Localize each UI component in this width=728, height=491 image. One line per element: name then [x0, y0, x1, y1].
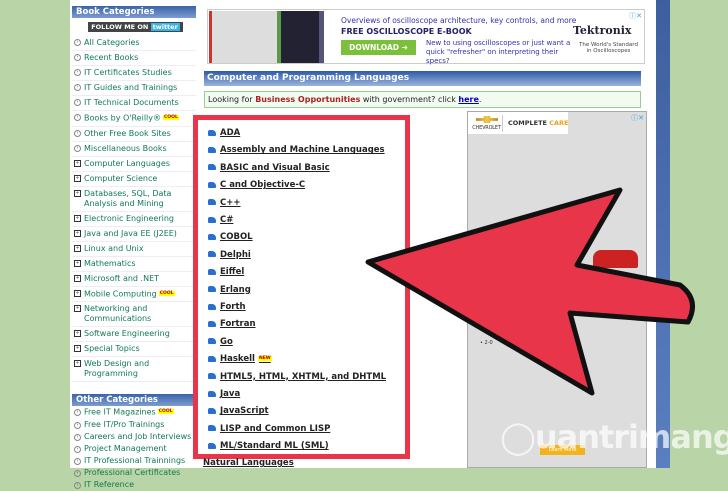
- arrow-shape: [365, 187, 695, 396]
- arrow-bullet-icon: ›: [74, 481, 81, 489]
- watermark-logo: ◯uantrimang: [500, 418, 728, 456]
- sidebar-item-label: IT Reference: [84, 479, 135, 489]
- watermark-text: uantrimang: [534, 418, 728, 456]
- sidebar-item[interactable]: › IT Reference: [72, 479, 196, 491]
- red-arrow-annotation: [365, 187, 695, 396]
